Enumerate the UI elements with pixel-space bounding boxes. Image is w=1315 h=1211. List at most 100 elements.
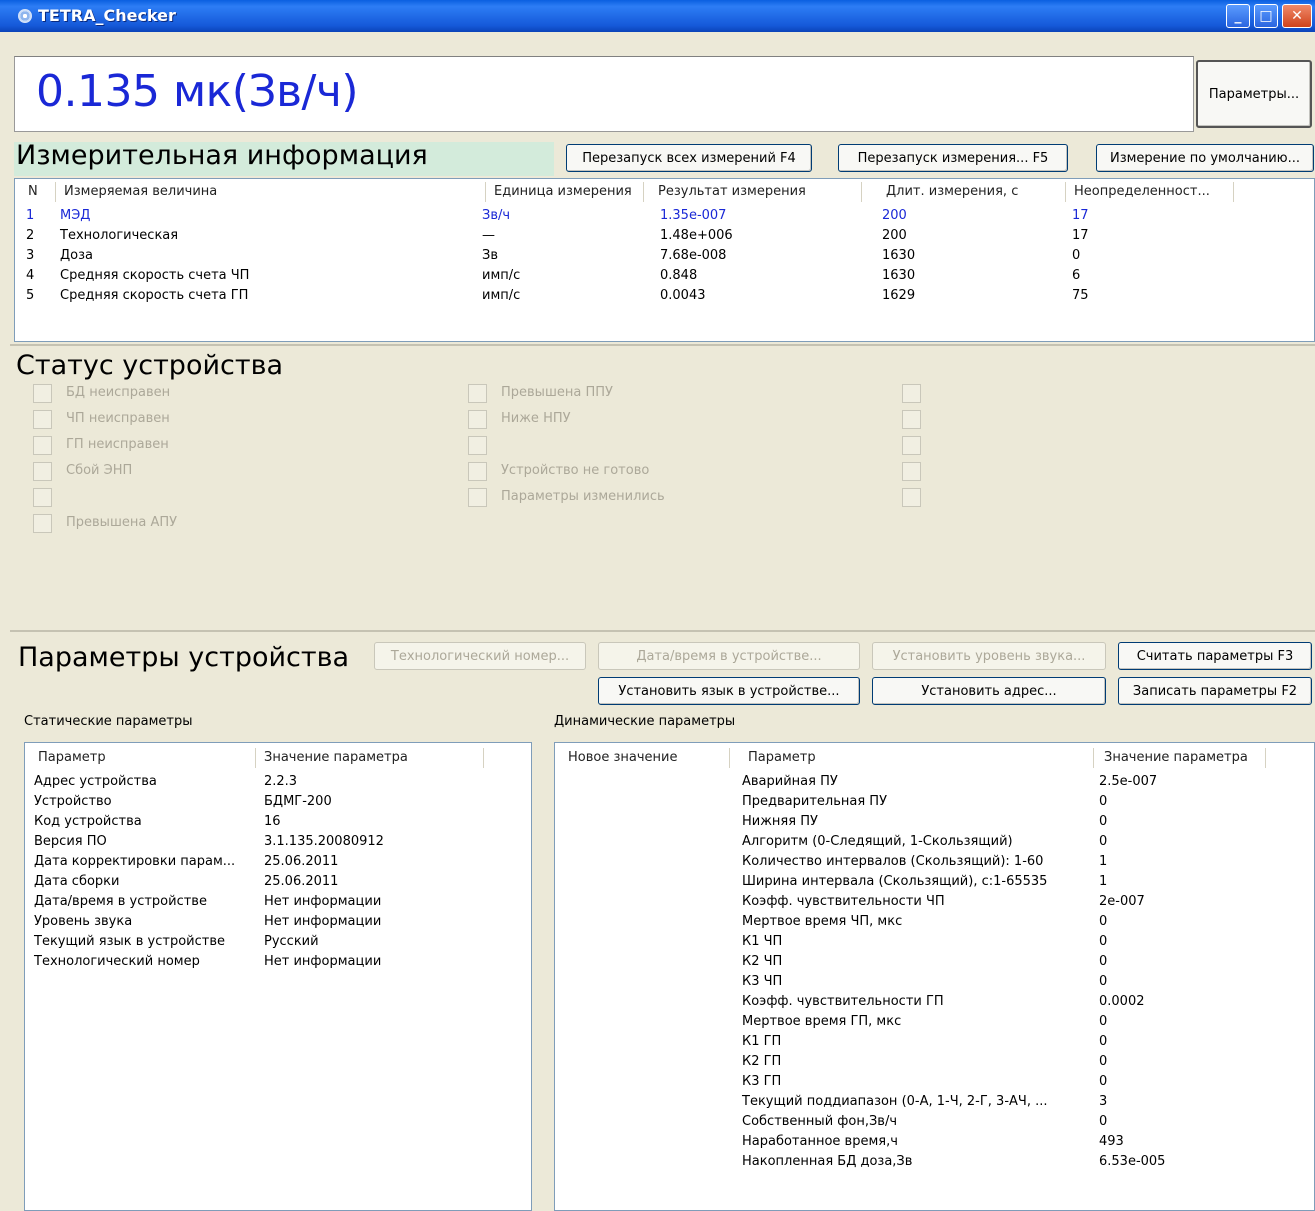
param-name: Дата корректировки парам... — [34, 854, 236, 869]
list-item[interactable]: Предварительная ПУ 0 — [742, 792, 1302, 812]
list-item[interactable]: К2 ЧП 0 — [742, 952, 1302, 972]
column-header-value[interactable]: Значение параметра — [1096, 748, 1266, 768]
column-header-new-value[interactable]: Новое значение — [560, 748, 730, 768]
column-header-duration[interactable]: Длит. измерения, с — [880, 182, 1066, 202]
table-row[interactable]: 4 Средняя скорость счета ЧП имп/с 0.848 … — [16, 266, 1306, 286]
list-item[interactable]: Устройство БДМГ-200 — [34, 792, 524, 812]
column-header-n[interactable]: N — [22, 182, 56, 202]
restart-measurement-button[interactable]: Перезапуск измерения... F5 — [838, 144, 1068, 172]
column-header-parameter[interactable]: Параметр — [740, 748, 1094, 768]
set-sound-level-button[interactable]: Установить уровень звука... — [872, 642, 1106, 670]
tech-number-button[interactable]: Технологический номер... — [374, 642, 586, 670]
list-item[interactable]: Дата/время в устройстве Нет информации — [34, 892, 524, 912]
restart-all-measurements-button[interactable]: Перезапуск всех измерений F4 — [566, 144, 812, 172]
param-value: 0 — [1099, 934, 1108, 949]
list-item[interactable]: К3 ЧП 0 — [742, 972, 1302, 992]
param-value: 0 — [1099, 794, 1108, 809]
cell-duration: 1630 — [882, 248, 916, 263]
status-checkbox[interactable] — [33, 514, 52, 533]
list-item[interactable]: К3 ГП 0 — [742, 1072, 1302, 1092]
status-label: Сбой ЭНП — [66, 463, 133, 478]
list-item[interactable]: Коэфф. чувствительности ГП 0.0002 — [742, 992, 1302, 1012]
status-checkbox[interactable] — [468, 436, 487, 455]
title-bar[interactable] — [0, 0, 1315, 32]
list-item[interactable]: Версия ПО 3.1.135.20080912 — [34, 832, 524, 852]
param-value: БДМГ-200 — [264, 794, 332, 809]
column-header-parameter[interactable]: Параметр — [30, 748, 256, 768]
list-item[interactable]: Дата корректировки парам... 25.06.2011 — [34, 852, 524, 872]
list-item[interactable]: Мертвое время ЧП, мкс 0 — [742, 912, 1302, 932]
write-params-button[interactable]: Записать параметры F2 — [1118, 677, 1312, 705]
param-value: 0 — [1099, 954, 1108, 969]
minimize-button[interactable]: _ — [1226, 4, 1250, 28]
cell-n: 2 — [26, 228, 35, 243]
close-button[interactable]: ✕ — [1282, 4, 1312, 28]
list-item[interactable]: Количество интервалов (Скользящий): 1-60… — [742, 852, 1302, 872]
column-header-quantity[interactable]: Измеряемая величина — [58, 182, 486, 202]
list-item[interactable]: Адрес устройства 2.2.3 — [34, 772, 524, 792]
list-item[interactable]: Код устройства 16 — [34, 812, 524, 832]
status-checkbox[interactable] — [33, 462, 52, 481]
cell-uncertainty: 17 — [1072, 208, 1089, 223]
param-value: 0 — [1099, 974, 1108, 989]
list-item[interactable]: Дата сборки 25.06.2011 — [34, 872, 524, 892]
list-item[interactable]: Наработанное время,ч 493 — [742, 1132, 1302, 1152]
table-row[interactable]: 5 Средняя скорость счета ГП имп/с 0.0043… — [16, 286, 1306, 306]
set-language-button[interactable]: Установить язык в устройстве... — [598, 677, 860, 705]
status-checkbox[interactable] — [33, 384, 52, 403]
status-checkbox[interactable] — [33, 410, 52, 429]
status-checkbox[interactable] — [902, 488, 921, 507]
status-checkbox[interactable] — [468, 410, 487, 429]
param-name: Аварийная ПУ — [742, 774, 838, 789]
param-value: 0 — [1099, 834, 1108, 849]
cell-result: 0.0043 — [660, 288, 706, 303]
list-item[interactable]: К1 ГП 0 — [742, 1032, 1302, 1052]
list-item[interactable]: Технологический номер Нет информации — [34, 952, 524, 972]
status-label: Превышена ППУ — [501, 385, 613, 400]
column-header-unit[interactable]: Единица измерения — [488, 182, 644, 202]
table-row[interactable]: 2 Технологическая — 1.48e+006 200 17 — [16, 226, 1306, 246]
status-checkbox[interactable] — [468, 488, 487, 507]
maximize-button[interactable]: □ — [1254, 4, 1278, 28]
status-checkbox[interactable] — [468, 384, 487, 403]
list-item[interactable]: Собственный фон,Зв/ч 0 — [742, 1112, 1302, 1132]
list-item[interactable]: Алгоритм (0-Следящий, 1-Скользящий) 0 — [742, 832, 1302, 852]
column-header-uncertainty[interactable]: Неопределенност... — [1068, 182, 1234, 202]
status-checkbox[interactable] — [902, 436, 921, 455]
list-item[interactable]: Текущий язык в устройстве Русский — [34, 932, 524, 952]
set-address-button[interactable]: Установить адрес... — [872, 677, 1106, 705]
list-item[interactable]: Аварийная ПУ 2.5e-007 — [742, 772, 1302, 792]
status-checkbox[interactable] — [468, 462, 487, 481]
list-item[interactable]: Текущий поддиапазон (0-А, 1-Ч, 2-Г, 3-АЧ… — [742, 1092, 1302, 1112]
list-item[interactable]: Ширина интервала (Скользящий), с:1-65535… — [742, 872, 1302, 892]
table-row[interactable]: 1 МЭД Зв/ч 1.35e-007 200 17 — [16, 206, 1306, 226]
param-value: 2.2.3 — [264, 774, 298, 789]
status-checkbox[interactable] — [902, 462, 921, 481]
param-name: Дата/время в устройстве — [34, 894, 207, 909]
status-checkbox[interactable] — [33, 436, 52, 455]
table-row[interactable]: 3 Доза Зв 7.68e-008 1630 0 — [16, 246, 1306, 266]
status-label: Превышена АПУ — [66, 515, 178, 530]
list-item[interactable]: Коэфф. чувствительности ЧП 2e-007 — [742, 892, 1302, 912]
status-checkbox[interactable] — [902, 384, 921, 403]
list-item[interactable]: Мертвое время ГП, мкс 0 — [742, 1012, 1302, 1032]
column-header-value[interactable]: Значение параметра — [256, 748, 484, 768]
param-name: Коэфф. чувствительности ГП — [742, 994, 944, 1009]
list-item[interactable]: Накопленная БД доза,Зв 6.53e-005 — [742, 1152, 1302, 1172]
param-value: 0 — [1099, 1014, 1108, 1029]
status-checkbox[interactable] — [33, 488, 52, 507]
list-item[interactable]: Уровень звука Нет информации — [34, 912, 524, 932]
cell-quantity: Технологическая — [60, 228, 179, 243]
param-name: Коэфф. чувствительности ЧП — [742, 894, 945, 909]
device-datetime-button[interactable]: Дата/время в устройстве... — [598, 642, 860, 670]
param-value: Нет информации — [264, 954, 382, 969]
parameters-button[interactable]: Параметры... — [1196, 60, 1312, 128]
list-item[interactable]: Нижняя ПУ 0 — [742, 812, 1302, 832]
list-item[interactable]: К1 ЧП 0 — [742, 932, 1302, 952]
read-params-button[interactable]: Считать параметры F3 — [1118, 642, 1312, 670]
list-item[interactable]: К2 ГП 0 — [742, 1052, 1302, 1072]
param-name: К3 ЧП — [742, 974, 783, 989]
default-measurement-button[interactable]: Измерение по умолчанию... — [1096, 144, 1314, 172]
status-checkbox[interactable] — [902, 410, 921, 429]
column-header-result[interactable]: Результат измерения — [652, 182, 862, 202]
